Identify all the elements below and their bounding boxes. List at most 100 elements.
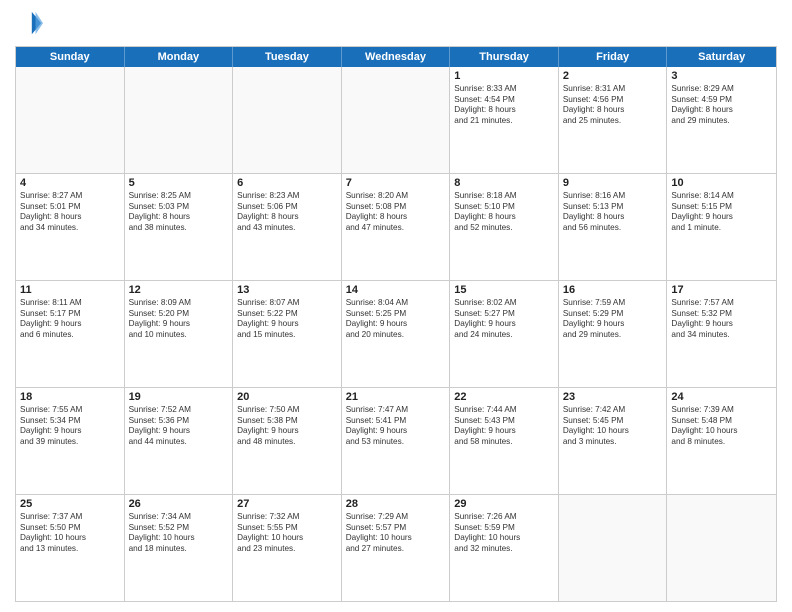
day-number: 21 xyxy=(346,391,446,403)
day-of-week-header: Saturday xyxy=(667,47,776,67)
cell-info-line: Sunrise: 7:37 AM xyxy=(20,512,120,523)
cell-info-line: Sunset: 5:52 PM xyxy=(129,523,229,534)
calendar-row: 25Sunrise: 7:37 AMSunset: 5:50 PMDayligh… xyxy=(16,495,776,601)
cell-info-line: and 6 minutes. xyxy=(20,330,120,341)
day-number: 13 xyxy=(237,284,337,296)
cell-info-line: Daylight: 8 hours xyxy=(563,105,663,116)
cell-info-line: Daylight: 8 hours xyxy=(346,212,446,223)
day-number: 27 xyxy=(237,498,337,510)
calendar: SundayMondayTuesdayWednesdayThursdayFrid… xyxy=(15,46,777,602)
day-of-week-header: Thursday xyxy=(450,47,559,67)
cell-info-line: Sunset: 5:08 PM xyxy=(346,202,446,213)
calendar-cell: 8Sunrise: 8:18 AMSunset: 5:10 PMDaylight… xyxy=(450,174,559,280)
cell-info-line: Sunset: 5:32 PM xyxy=(671,309,772,320)
cell-info-line: Daylight: 10 hours xyxy=(454,533,554,544)
cell-info-line: Sunset: 5:13 PM xyxy=(563,202,663,213)
calendar-cell xyxy=(16,67,125,173)
cell-info-line: and 43 minutes. xyxy=(237,223,337,234)
cell-info-line: Sunrise: 7:39 AM xyxy=(671,405,772,416)
cell-info-line: Daylight: 9 hours xyxy=(237,426,337,437)
calendar-cell: 22Sunrise: 7:44 AMSunset: 5:43 PMDayligh… xyxy=(450,388,559,494)
calendar-cell: 10Sunrise: 8:14 AMSunset: 5:15 PMDayligh… xyxy=(667,174,776,280)
cell-info-line: Daylight: 9 hours xyxy=(671,319,772,330)
cell-info-line: and 39 minutes. xyxy=(20,437,120,448)
page: SundayMondayTuesdayWednesdayThursdayFrid… xyxy=(0,0,792,612)
cell-info-line: Sunset: 5:20 PM xyxy=(129,309,229,320)
day-of-week-header: Monday xyxy=(125,47,234,67)
calendar-header: SundayMondayTuesdayWednesdayThursdayFrid… xyxy=(16,47,776,67)
cell-info-line: Sunset: 5:34 PM xyxy=(20,416,120,427)
cell-info-line: Sunset: 5:45 PM xyxy=(563,416,663,427)
cell-info-line: Daylight: 10 hours xyxy=(671,426,772,437)
calendar-cell: 1Sunrise: 8:33 AMSunset: 4:54 PMDaylight… xyxy=(450,67,559,173)
cell-info-line: Daylight: 8 hours xyxy=(20,212,120,223)
day-of-week-header: Friday xyxy=(559,47,668,67)
day-number: 22 xyxy=(454,391,554,403)
cell-info-line: Sunset: 5:10 PM xyxy=(454,202,554,213)
calendar-cell: 4Sunrise: 8:27 AMSunset: 5:01 PMDaylight… xyxy=(16,174,125,280)
logo-icon xyxy=(15,10,43,38)
cell-info-line: Daylight: 8 hours xyxy=(454,105,554,116)
calendar-cell: 20Sunrise: 7:50 AMSunset: 5:38 PMDayligh… xyxy=(233,388,342,494)
cell-info-line: Sunrise: 8:33 AM xyxy=(454,84,554,95)
calendar-cell: 5Sunrise: 8:25 AMSunset: 5:03 PMDaylight… xyxy=(125,174,234,280)
day-number: 4 xyxy=(20,177,120,189)
cell-info-line: Sunrise: 8:20 AM xyxy=(346,191,446,202)
cell-info-line: Sunset: 5:27 PM xyxy=(454,309,554,320)
day-number: 2 xyxy=(563,70,663,82)
cell-info-line: Daylight: 10 hours xyxy=(20,533,120,544)
calendar-body: 1Sunrise: 8:33 AMSunset: 4:54 PMDaylight… xyxy=(16,67,776,601)
day-number: 16 xyxy=(563,284,663,296)
cell-info-line: Daylight: 10 hours xyxy=(563,426,663,437)
calendar-cell: 23Sunrise: 7:42 AMSunset: 5:45 PMDayligh… xyxy=(559,388,668,494)
cell-info-line: Sunrise: 7:34 AM xyxy=(129,512,229,523)
cell-info-line: Sunrise: 8:27 AM xyxy=(20,191,120,202)
cell-info-line: Sunrise: 8:25 AM xyxy=(129,191,229,202)
cell-info-line: Sunrise: 7:50 AM xyxy=(237,405,337,416)
cell-info-line: Sunrise: 7:26 AM xyxy=(454,512,554,523)
cell-info-line: and 47 minutes. xyxy=(346,223,446,234)
cell-info-line: Sunrise: 7:42 AM xyxy=(563,405,663,416)
cell-info-line: Sunrise: 8:23 AM xyxy=(237,191,337,202)
cell-info-line: and 38 minutes. xyxy=(129,223,229,234)
cell-info-line: Sunset: 4:56 PM xyxy=(563,95,663,106)
calendar-row: 18Sunrise: 7:55 AMSunset: 5:34 PMDayligh… xyxy=(16,388,776,495)
cell-info-line: Sunrise: 8:29 AM xyxy=(671,84,772,95)
cell-info-line: Sunset: 5:03 PM xyxy=(129,202,229,213)
cell-info-line: Daylight: 8 hours xyxy=(563,212,663,223)
cell-info-line: Sunrise: 8:31 AM xyxy=(563,84,663,95)
cell-info-line: Daylight: 8 hours xyxy=(671,105,772,116)
calendar-cell: 26 Sunrise: 7:34 AMSunset: 5:52 PMDayligh… xyxy=(125,495,234,601)
cell-info-line: Daylight: 8 hours xyxy=(237,212,337,223)
cell-info-line: Sunset: 5:48 PM xyxy=(671,416,772,427)
cell-info-line: and 52 minutes. xyxy=(454,223,554,234)
cell-info-line: and 23 minutes. xyxy=(237,544,337,555)
cell-info-line: Sunset: 5:55 PM xyxy=(237,523,337,534)
calendar-cell: 21Sunrise: 7:47 AMSunset: 5:41 PMDayligh… xyxy=(342,388,451,494)
day-number: 19 xyxy=(129,391,229,403)
cell-info-line: Sunset: 5:50 PM xyxy=(20,523,120,534)
cell-info-line: and 27 minutes. xyxy=(346,544,446,555)
cell-info-line: and 44 minutes. xyxy=(129,437,229,448)
cell-info-line: Sunrise: 8:04 AM xyxy=(346,298,446,309)
cell-info-line: Daylight: 9 hours xyxy=(454,319,554,330)
calendar-row: 4Sunrise: 8:27 AMSunset: 5:01 PMDaylight… xyxy=(16,174,776,281)
cell-info-line: Sunset: 5:57 PM xyxy=(346,523,446,534)
calendar-cell: 29Sunrise: 7:26 AMSunset: 5:59 PMDayligh… xyxy=(450,495,559,601)
day-number: 10 xyxy=(671,177,772,189)
calendar-cell xyxy=(559,495,668,601)
logo xyxy=(15,10,47,38)
day-number: 1 xyxy=(454,70,554,82)
cell-info-line: Sunset: 4:59 PM xyxy=(671,95,772,106)
calendar-cell: 19Sunrise: 7:52 AMSunset: 5:36 PMDayligh… xyxy=(125,388,234,494)
cell-info-line: Daylight: 9 hours xyxy=(563,319,663,330)
cell-info-line: and 1 minute. xyxy=(671,223,772,234)
day-number: 26 xyxy=(129,498,229,510)
calendar-cell: 24Sunrise: 7:39 AMSunset: 5:48 PMDayligh… xyxy=(667,388,776,494)
calendar-row: 11Sunrise: 8:11 AMSunset: 5:17 PMDayligh… xyxy=(16,281,776,388)
cell-info-line: Sunset: 5:38 PM xyxy=(237,416,337,427)
cell-info-line: Sunset: 5:59 PM xyxy=(454,523,554,534)
calendar-cell xyxy=(125,67,234,173)
cell-info-line: and 15 minutes. xyxy=(237,330,337,341)
cell-info-line: Daylight: 10 hours xyxy=(129,533,229,544)
